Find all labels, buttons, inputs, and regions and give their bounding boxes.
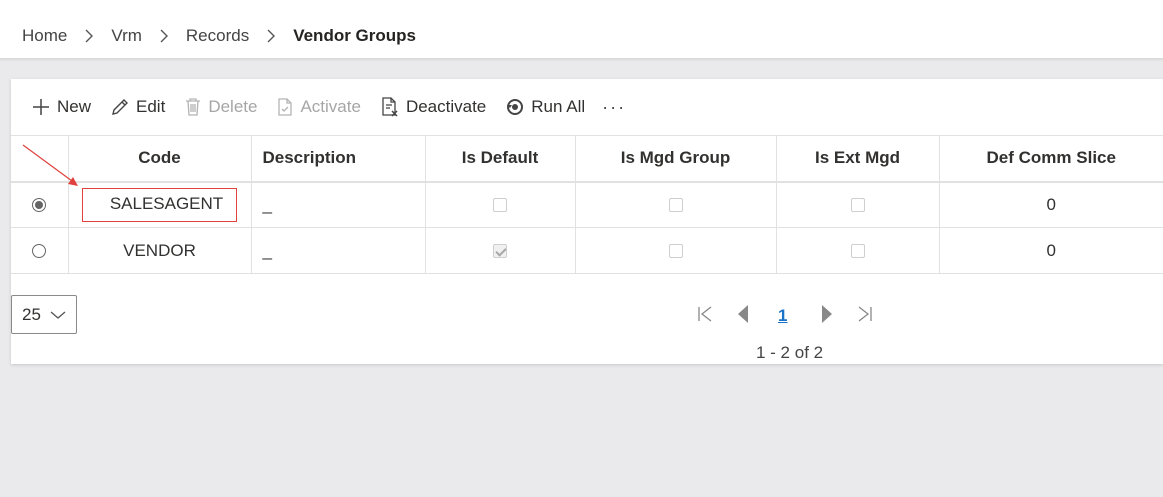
column-header-is-ext-mgd[interactable]: Is Ext Mgd (776, 135, 940, 183)
row-select-cell[interactable] (11, 181, 69, 228)
table-row[interactable]: SALESAGENT _ 0 (11, 181, 1163, 228)
column-header-is-default[interactable]: Is Default (425, 135, 576, 183)
is-default-cell (425, 181, 576, 228)
previous-page-icon[interactable] (736, 304, 750, 324)
is-default-checkbox (493, 244, 507, 259)
edit-button[interactable]: Edit (110, 97, 165, 117)
column-header-def-comm-slice[interactable]: Def Comm Slice (939, 135, 1163, 183)
is-mgd-group-cell (575, 227, 777, 274)
table-header-row: Code Description Is Default Is Mgd Group… (11, 135, 1163, 183)
run-cycle-icon (507, 99, 524, 115)
is-default-cell (425, 227, 576, 274)
column-header-is-mgd-group[interactable]: Is Mgd Group (575, 135, 777, 183)
row-select-cell[interactable] (11, 227, 69, 274)
run-all-button-label: Run All (531, 97, 586, 116)
breadcrumb: Home Vrm Records Vendor Groups (22, 26, 416, 46)
is-mgd-group-checkbox (668, 244, 683, 259)
new-button[interactable]: New (31, 97, 91, 117)
breadcrumb-current: Vendor Groups (293, 26, 416, 45)
breadcrumb-records[interactable]: Records (186, 26, 249, 46)
chevron-right-icon (267, 29, 276, 43)
column-header-description[interactable]: Description (251, 135, 426, 183)
delete-button[interactable]: Delete (184, 97, 257, 117)
is-ext-mgd-cell (776, 181, 940, 228)
more-options-button[interactable]: ··· (602, 97, 626, 118)
code-cell[interactable]: SALESAGENT (68, 181, 252, 228)
def-comm-slice-cell: 0 (939, 181, 1163, 228)
is-ext-mgd-checkbox (850, 198, 865, 213)
pagination-summary: 1 - 2 of 2 (756, 343, 824, 362)
new-button-label: New (57, 97, 92, 116)
breadcrumb-home[interactable]: Home (22, 26, 67, 46)
document-x-icon (382, 97, 398, 117)
is-mgd-group-checkbox (668, 198, 683, 213)
activate-button[interactable]: Activate (276, 97, 361, 117)
breadcrumb-vrm[interactable]: Vrm (111, 26, 142, 46)
header-bar: Home Vrm Records Vendor Groups (0, 0, 1163, 59)
is-mgd-group-cell (575, 181, 777, 228)
deactivate-button[interactable]: Deactivate (380, 96, 486, 118)
pagination: 1 (696, 302, 874, 326)
activate-button-label: Activate (300, 97, 361, 116)
chevron-down-icon (50, 311, 66, 319)
chevron-right-icon (160, 29, 168, 43)
trash-icon (186, 98, 201, 116)
vendor-groups-table: Code Description Is Default Is Mgd Group… (11, 135, 1163, 274)
deactivate-button-label: Deactivate (405, 97, 487, 116)
page-size-value: 25 (22, 304, 41, 324)
row-select-radio[interactable] (32, 198, 47, 213)
select-column-header (11, 135, 69, 183)
delete-button-label: Delete (208, 97, 258, 116)
edit-button-label: Edit (136, 97, 166, 116)
pencil-icon (112, 99, 129, 115)
description-cell: _ (251, 181, 426, 228)
is-ext-mgd-checkbox (850, 244, 865, 259)
highlighted-code: SALESAGENT (81, 187, 238, 222)
first-page-icon[interactable] (696, 305, 714, 323)
next-page-icon[interactable] (820, 304, 834, 324)
chevron-right-icon (85, 29, 94, 43)
command-toolbar: New Edit Delete Activate Deactivate Run … (11, 79, 1163, 135)
plus-icon (33, 99, 49, 115)
row-select-radio[interactable] (32, 244, 47, 259)
code-cell[interactable]: VENDOR (68, 227, 252, 274)
vendor-groups-panel: New Edit Delete Activate Deactivate Run … (11, 79, 1163, 364)
column-header-code[interactable]: Code (68, 135, 252, 183)
last-page-icon[interactable] (856, 305, 874, 323)
description-cell: _ (251, 227, 426, 274)
is-default-checkbox (493, 198, 507, 213)
table-row[interactable]: VENDOR _ 0 (11, 227, 1163, 274)
run-all-button[interactable]: Run All (505, 97, 585, 117)
page-size-dropdown[interactable]: 25 (11, 295, 77, 334)
is-ext-mgd-cell (776, 227, 940, 274)
page-number-current[interactable]: 1 (778, 306, 787, 326)
document-check-icon (278, 98, 293, 116)
def-comm-slice-cell: 0 (939, 227, 1163, 274)
